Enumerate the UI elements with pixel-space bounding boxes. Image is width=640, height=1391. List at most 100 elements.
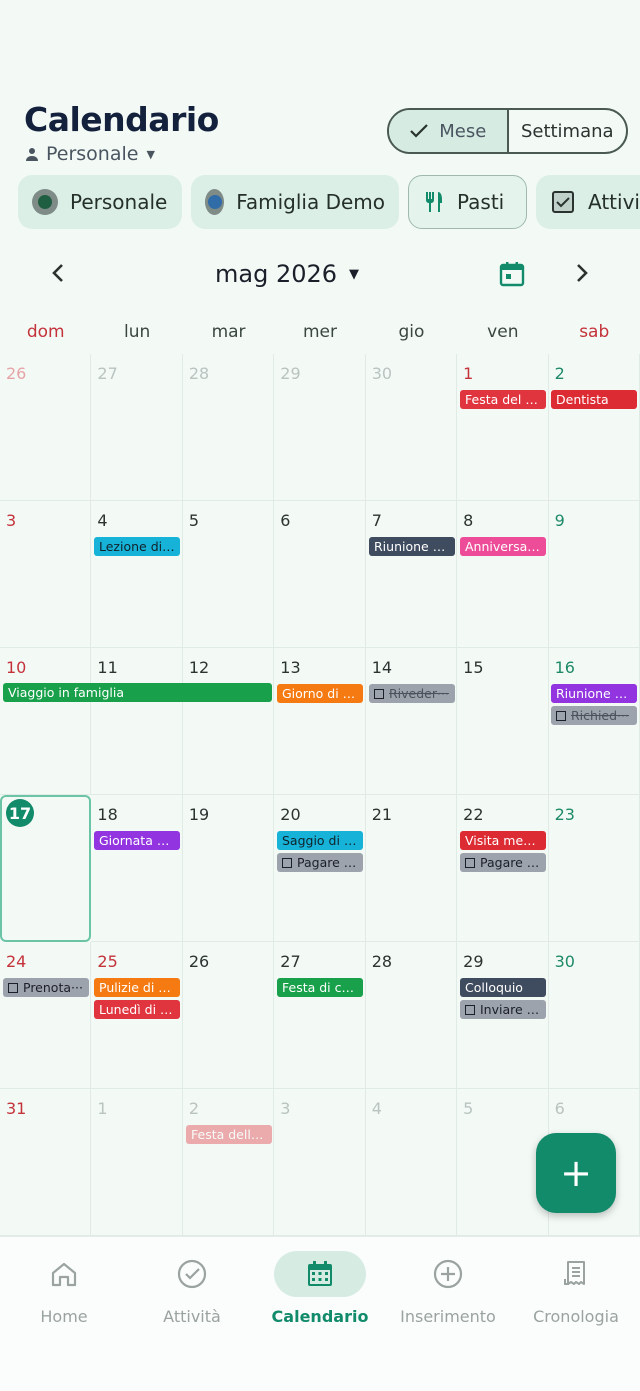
day-cell[interactable]: 29 — [274, 354, 366, 501]
day-cell[interactable]: 3 — [274, 1089, 366, 1236]
day-cell[interactable]: 7 — [365, 501, 458, 648]
weekday-label: lun — [123, 322, 151, 342]
checkbox-icon — [374, 689, 384, 699]
day-cell[interactable]: 31 — [0, 1089, 92, 1236]
day-cell[interactable]: 10 — [0, 648, 92, 795]
day-cell[interactable]: 8 — [457, 501, 549, 648]
next-month-button[interactable] — [567, 258, 597, 288]
view-week-button[interactable]: Settimana — [509, 110, 627, 152]
day-cell[interactable]: 11 — [91, 648, 183, 795]
day-cell[interactable]: 9 — [548, 501, 640, 648]
day-cell[interactable]: 3 — [0, 501, 92, 648]
day-cell-today[interactable]: 17 — [0, 795, 92, 942]
day-cell[interactable]: 27 — [91, 354, 183, 501]
day-cell[interactable]: 1 — [457, 354, 549, 501]
day-cell[interactable]: 13 — [274, 648, 366, 795]
day-cell[interactable]: 23 — [548, 795, 640, 942]
task-chip[interactable]: Prenota··· — [3, 978, 89, 997]
event-chip[interactable]: Saggio di p··· — [277, 831, 363, 850]
event-chip[interactable]: Giorno di p··· — [277, 684, 363, 703]
view-month-button[interactable]: Mese — [389, 110, 509, 152]
chip-label: Personale — [70, 190, 168, 214]
profile-selector[interactable]: Personale ▼ — [24, 143, 155, 165]
page-title: Calendario — [24, 100, 219, 139]
weekday-label: dom — [26, 322, 65, 342]
day-number: 5 — [188, 511, 200, 530]
month-selector[interactable]: mag 2026 ▼ — [215, 260, 359, 288]
event-chip[interactable]: Lunedì di P··· — [94, 1000, 180, 1019]
day-cell[interactable]: 24 — [0, 942, 92, 1089]
day-cell[interactable]: 2 — [548, 354, 640, 501]
day-number: 7 — [371, 511, 382, 530]
day-cell[interactable]: 30 — [365, 354, 458, 501]
tab-inserimento[interactable]: Inserimento — [384, 1251, 512, 1341]
calendar-filter-chips: Personale Famiglia Demo Pasti Attivit — [0, 175, 640, 231]
day-cell[interactable]: 4 — [91, 501, 183, 648]
event-chip[interactable]: Anniversari··· — [460, 537, 546, 556]
day-cell[interactable]: 19 — [182, 795, 275, 942]
checkbox-icon — [465, 858, 475, 868]
tab-home[interactable]: Home — [0, 1251, 128, 1341]
day-number: 3 — [6, 511, 17, 530]
day-cell[interactable]: 18 — [91, 795, 183, 942]
day-cell[interactable]: 21 — [365, 795, 458, 942]
day-number: 26 — [6, 364, 27, 383]
event-chip[interactable]: Colloquio — [460, 978, 546, 997]
day-cell[interactable]: 12 — [182, 648, 275, 795]
checkbox-icon — [8, 983, 18, 993]
event-chip[interactable]: Lezione di i··· — [94, 537, 180, 556]
tab-cronologia[interactable]: Cronologia — [512, 1251, 640, 1341]
chip-attivita[interactable]: Attivit — [536, 175, 640, 229]
task-chip[interactable]: Inviare l··· — [460, 1000, 546, 1019]
day-cell[interactable]: 28 — [182, 354, 275, 501]
day-cell[interactable]: 5 — [182, 501, 275, 648]
task-chip[interactable]: Pagare l··· — [277, 853, 363, 872]
event-chip[interactable]: Dentista — [551, 390, 637, 409]
event-chip[interactable]: Pulizie di p··· — [94, 978, 180, 997]
task-chip[interactable]: Pagare a··· — [460, 853, 546, 872]
day-cell[interactable]: 26 — [182, 942, 275, 1089]
day-cell[interactable]: 6 — [274, 501, 366, 648]
add-event-button[interactable]: + — [536, 1133, 616, 1213]
checkbox-icon — [552, 191, 574, 213]
event-chip-multiday[interactable]: Viaggio in famiglia — [3, 683, 272, 702]
task-chip-completed[interactable]: Riveder··· — [369, 684, 455, 703]
previous-month-button[interactable] — [43, 258, 73, 288]
day-cell[interactable]: 4 — [365, 1089, 458, 1236]
day-cell[interactable]: 27 — [274, 942, 366, 1089]
event-chip[interactable]: Festa di co··· — [277, 978, 363, 997]
day-cell[interactable]: 2 — [182, 1089, 275, 1236]
day-number: 8 — [463, 511, 474, 530]
check-circle-icon — [146, 1251, 238, 1297]
day-cell[interactable]: 1 — [91, 1089, 183, 1236]
day-cell[interactable]: 15 — [457, 648, 549, 795]
day-number: 19 — [188, 805, 210, 824]
day-number: 1 — [97, 1099, 108, 1118]
day-number: 23 — [554, 805, 575, 824]
tab-attivita[interactable]: Attività — [128, 1251, 256, 1341]
day-cell[interactable]: 28 — [365, 942, 458, 1089]
task-chip-completed[interactable]: Richied··· — [551, 706, 637, 725]
tab-calendario[interactable]: Calendario — [256, 1251, 384, 1341]
day-cell[interactable]: 14 — [365, 648, 458, 795]
today-button[interactable] — [498, 260, 526, 288]
event-chip[interactable]: Visita medica — [460, 831, 546, 850]
chevron-right-icon — [577, 264, 588, 282]
event-chip[interactable]: Festa del L··· — [460, 390, 546, 409]
tab-label: Attività — [163, 1307, 221, 1326]
event-chip[interactable]: Festa della ··· — [186, 1125, 272, 1144]
event-chip[interactable]: Giornata s··· — [94, 831, 180, 850]
day-cell[interactable]: 26 — [0, 354, 92, 501]
event-chip[interactable]: Riunione d··· — [369, 537, 455, 556]
chip-famiglia-demo[interactable]: Famiglia Demo — [191, 175, 399, 229]
event-chip[interactable]: Riunione g··· — [551, 684, 637, 703]
day-number: 14 — [371, 658, 393, 677]
day-number: 29 — [280, 364, 301, 383]
day-number: 6 — [554, 1099, 565, 1118]
chip-personale[interactable]: Personale — [18, 175, 182, 229]
chip-label: Attivit — [588, 190, 640, 214]
chip-pasti[interactable]: Pasti — [408, 175, 527, 229]
day-cell[interactable]: 30 — [548, 942, 640, 1089]
header: Calendario Personale ▼ Mese Settimana Pe… — [0, 0, 640, 240]
day-cell[interactable]: 5 — [457, 1089, 549, 1236]
